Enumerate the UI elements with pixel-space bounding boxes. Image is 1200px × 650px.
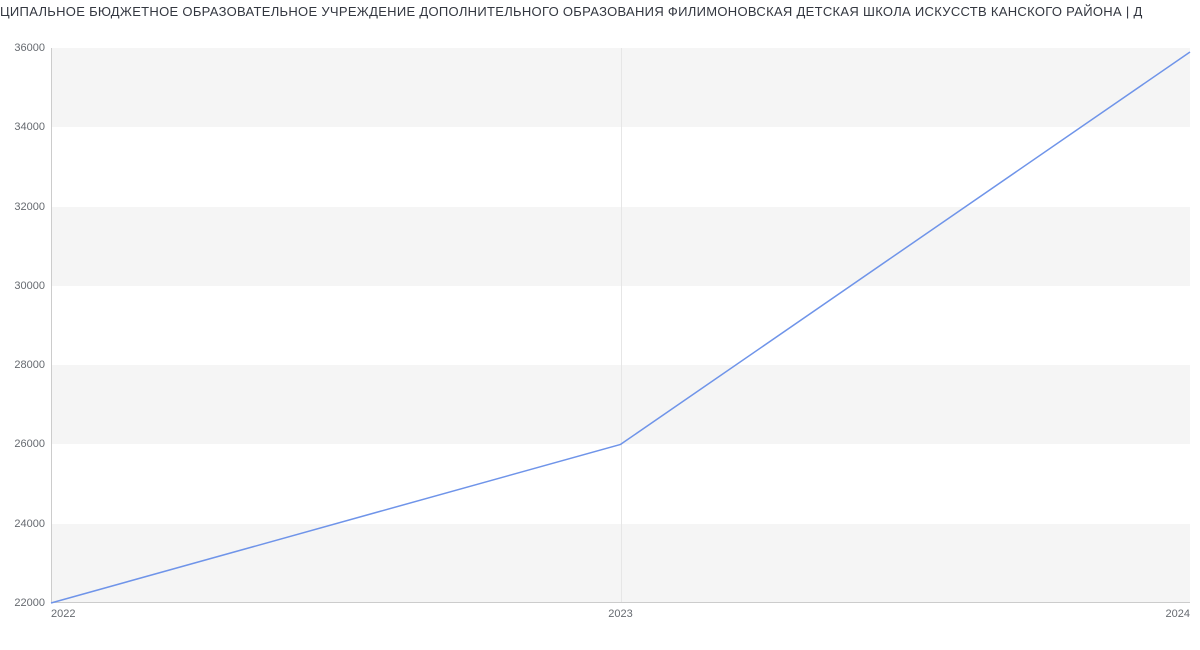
chart-title: ЦИПАЛЬНОЕ БЮДЖЕТНОЕ ОБРАЗОВАТЕЛЬНОЕ УЧРЕ…	[0, 4, 1200, 19]
line-series	[51, 48, 1190, 603]
x-tick-label: 2024	[1166, 608, 1190, 620]
y-tick-label: 32000	[5, 201, 45, 213]
y-tick-label: 30000	[5, 280, 45, 292]
y-tick-label: 34000	[5, 121, 45, 133]
y-tick-label: 28000	[5, 359, 45, 371]
y-tick-label: 26000	[5, 438, 45, 450]
y-tick-label: 36000	[5, 42, 45, 54]
y-tick-label: 24000	[5, 518, 45, 530]
chart-plot-area: 22000 24000 26000 28000 30000 32000 3400…	[51, 48, 1190, 603]
x-tick-label: 2022	[51, 608, 75, 620]
x-tick-label: 2023	[608, 608, 632, 620]
y-tick-label: 22000	[5, 597, 45, 609]
